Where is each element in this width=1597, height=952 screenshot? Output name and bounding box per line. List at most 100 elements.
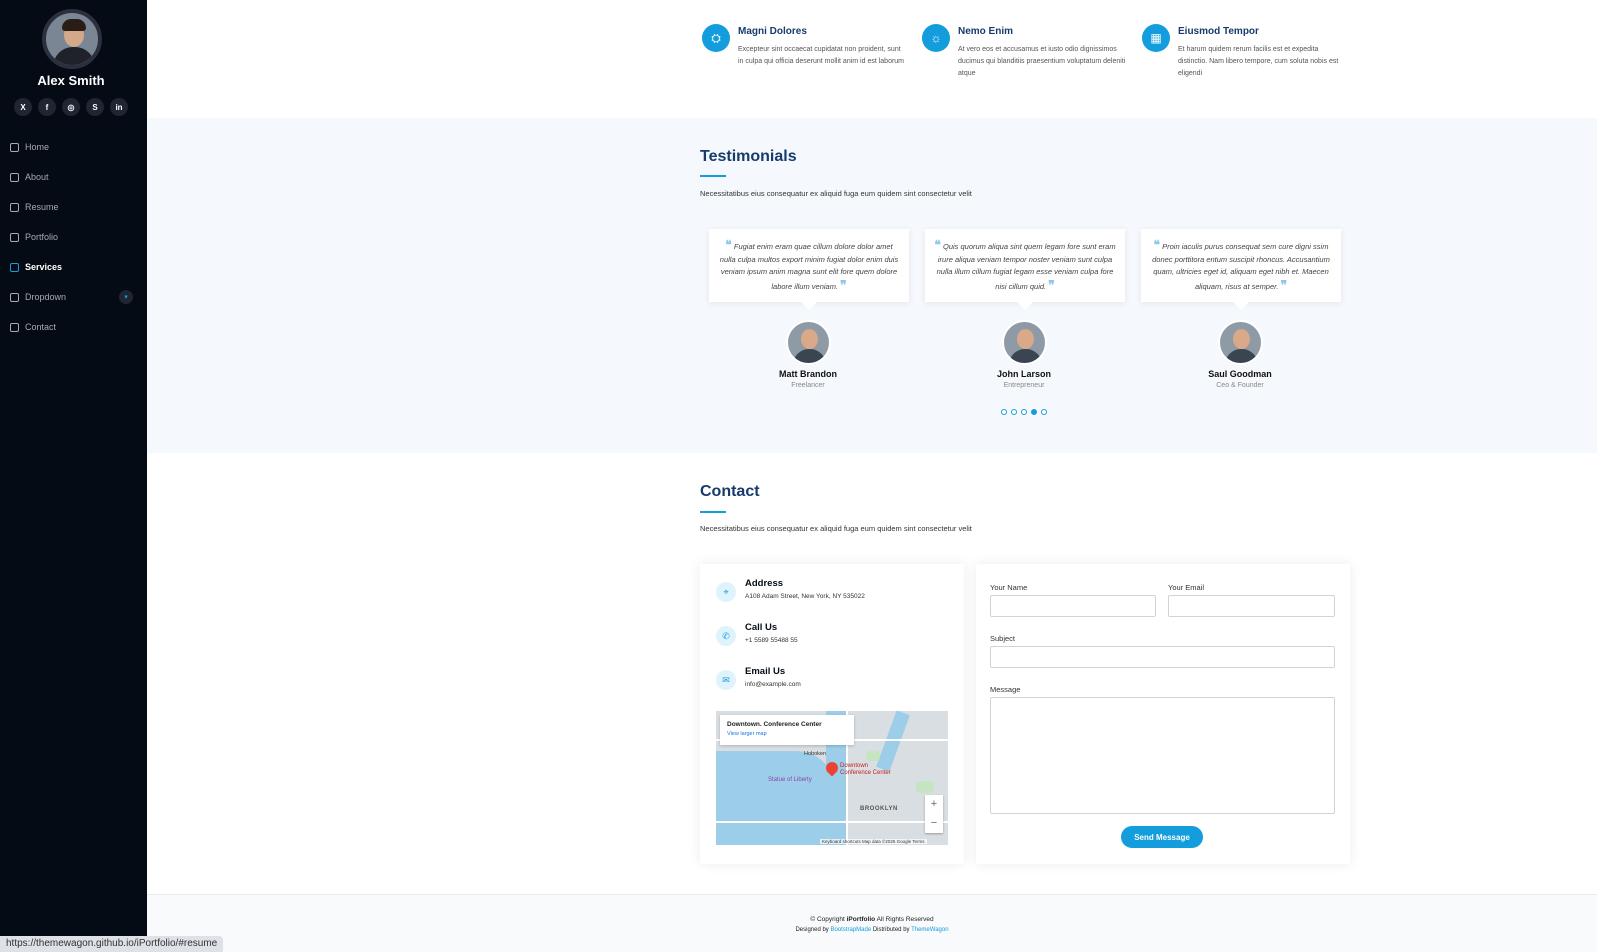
status-bar-url: https://themewagon.github.io/iPortfolio/… [0, 936, 224, 952]
testimonial-avatar [1002, 320, 1047, 365]
social-links: X f ◎ S in [14, 98, 128, 116]
info-value: info@example.com [745, 681, 801, 688]
testimonial-name: Saul Goodman [1208, 369, 1272, 379]
carousel-dot[interactable] [1001, 409, 1007, 415]
avatar[interactable] [42, 9, 102, 69]
footer [147, 894, 1597, 952]
map-label: BROOKLYN [860, 806, 898, 812]
info-heading: Email Us [745, 666, 786, 677]
testimonial-avatar [1218, 320, 1263, 365]
quote-text: Fugiat enim eram quae cillum dolore dolo… [719, 242, 899, 291]
map-zoom-controls[interactable]: + − [925, 795, 943, 833]
nav-item-contact[interactable]: Contact [0, 312, 147, 342]
subject-input[interactable] [990, 646, 1335, 668]
carousel-dot[interactable] [1041, 409, 1047, 415]
testimonial-role: Ceo & Founder [1216, 382, 1264, 389]
nav-item-services[interactable]: Services [0, 252, 147, 282]
email-input[interactable] [1168, 595, 1335, 617]
bootstrapmade-link[interactable]: BootstrapMade [830, 927, 871, 933]
service-title[interactable]: Magni Dolores [738, 26, 807, 37]
testimonial-name: Matt Brandon [779, 369, 837, 379]
contact-info-card: ⌖ Address A108 Adam Street, New York, NY… [700, 564, 964, 864]
email-label: Your Email [1168, 583, 1204, 592]
calendar-icon: ▦ [1142, 24, 1170, 52]
nav-label: Services [25, 262, 63, 272]
carousel-dot[interactable] [1011, 409, 1017, 415]
testimonial-quote: ❝ Fugiat enim eram quae cillum dolore do… [709, 229, 909, 310]
brightness-icon: ☼ [922, 24, 950, 52]
nav-item-home[interactable]: Home [0, 132, 147, 162]
map-attribution: Keyboard shortcuts Map data ©2025 Google… [820, 839, 927, 844]
service-title[interactable]: Nemo Enim [958, 26, 1013, 37]
nav-label: About [25, 172, 49, 182]
testimonial-quote: ❝ Quis quorum aliqua sint quem legam for… [925, 229, 1125, 310]
nav-label: Contact [25, 322, 57, 332]
address-info: ⌖ Address A108 Adam Street, New York, NY… [716, 578, 956, 618]
info-heading: Address [745, 578, 784, 589]
testimonial-avatar [786, 320, 831, 365]
info-value: A108 Adam Street, New York, NY 535022 [745, 593, 865, 600]
quote-left-icon: ❝ [725, 238, 732, 252]
section-title: Contact [700, 483, 760, 500]
nav-item-portfolio[interactable]: Portfolio [0, 222, 147, 252]
service-description: Excepteur sint occaecat cupidatat non pr… [738, 46, 905, 65]
menu-icon [10, 292, 19, 302]
facebook-icon[interactable]: f [38, 98, 56, 116]
map-pin-label: Downtown Conference Center [840, 763, 891, 776]
sidebar: Alex Smith X f ◎ S in Home About Resume … [0, 0, 147, 952]
google-map[interactable]: Downtown. Conference Center View larger … [716, 711, 948, 845]
carousel-dot-active[interactable] [1031, 409, 1037, 415]
telephone-icon: ✆ [716, 626, 736, 646]
nav-item-dropdown[interactable]: Dropdown ▾ [0, 282, 147, 312]
subject-label: Subject [990, 634, 1016, 643]
contact-form: Your Name Your Email Subject Message Sen… [976, 564, 1350, 864]
quote-text: Quis quorum aliqua sint quem legam fore … [936, 242, 1116, 291]
person-icon [10, 172, 19, 182]
envelope-icon: ✉ [716, 670, 736, 690]
envelope-icon [10, 322, 19, 332]
message-label: Message [990, 685, 1021, 694]
service-description: At vero eos et accusamus et iusto odio d… [958, 46, 1126, 77]
images-icon [10, 232, 19, 242]
profile-name[interactable]: Alex Smith [0, 73, 142, 88]
file-icon [10, 202, 19, 212]
quote-left-icon: ❝ [934, 238, 941, 252]
message-textarea[interactable] [990, 697, 1335, 814]
quote-right-icon: ❞ [1280, 277, 1288, 292]
testimonial-quote: ❝ Proin iaculis purus consequat sem cure… [1141, 229, 1341, 310]
title-underline [700, 511, 726, 513]
send-message-button[interactable]: Send Message [1121, 826, 1203, 848]
instagram-icon[interactable]: ◎ [62, 98, 80, 116]
carousel-dot[interactable] [1021, 409, 1027, 415]
nav-label: Resume [25, 202, 59, 212]
testimonial-role: Freelancer [791, 382, 825, 389]
linkedin-icon[interactable]: in [110, 98, 128, 116]
quote-text: Proin iaculis purus consequat sem cure d… [1152, 242, 1330, 291]
skype-icon[interactable]: S [86, 98, 104, 116]
map-place-name: Downtown. Conference Center [727, 721, 822, 728]
map-label: Statue of Liberty [768, 777, 812, 783]
section-subtitle: Necessitatibus eius consequatur ex aliqu… [700, 189, 972, 198]
nav-label: Dropdown [25, 292, 67, 302]
view-larger-map-link[interactable]: View larger map [727, 731, 847, 737]
title-underline [700, 175, 726, 177]
service-description: Et harum quidem rerum facilis est et exp… [1178, 46, 1339, 77]
nav-label: Home [25, 142, 50, 152]
name-input[interactable] [990, 595, 1156, 617]
nav-item-resume[interactable]: Resume [0, 192, 147, 222]
house-icon [10, 142, 19, 152]
section-subtitle: Necessitatibus eius consequatur ex aliqu… [700, 524, 972, 533]
themewagon-link[interactable]: ThemeWagon [911, 927, 948, 933]
name-label: Your Name [990, 583, 1028, 592]
section-title: Testimonials [700, 148, 797, 165]
nav-item-about[interactable]: About [0, 162, 147, 192]
zoom-in-icon[interactable]: + [925, 795, 943, 814]
chevron-down-icon[interactable]: ▾ [119, 290, 133, 304]
nav-menu: Home About Resume Portfolio Services Dro… [0, 132, 147, 342]
nav-label: Portfolio [25, 232, 59, 242]
email-info: ✉ Email Us info@example.com [716, 666, 956, 706]
info-value: +1 5589 55488 55 [745, 637, 798, 644]
service-title[interactable]: Eiusmod Tempor [1178, 26, 1259, 37]
x-icon[interactable]: X [14, 98, 32, 116]
zoom-out-icon[interactable]: − [925, 814, 943, 833]
